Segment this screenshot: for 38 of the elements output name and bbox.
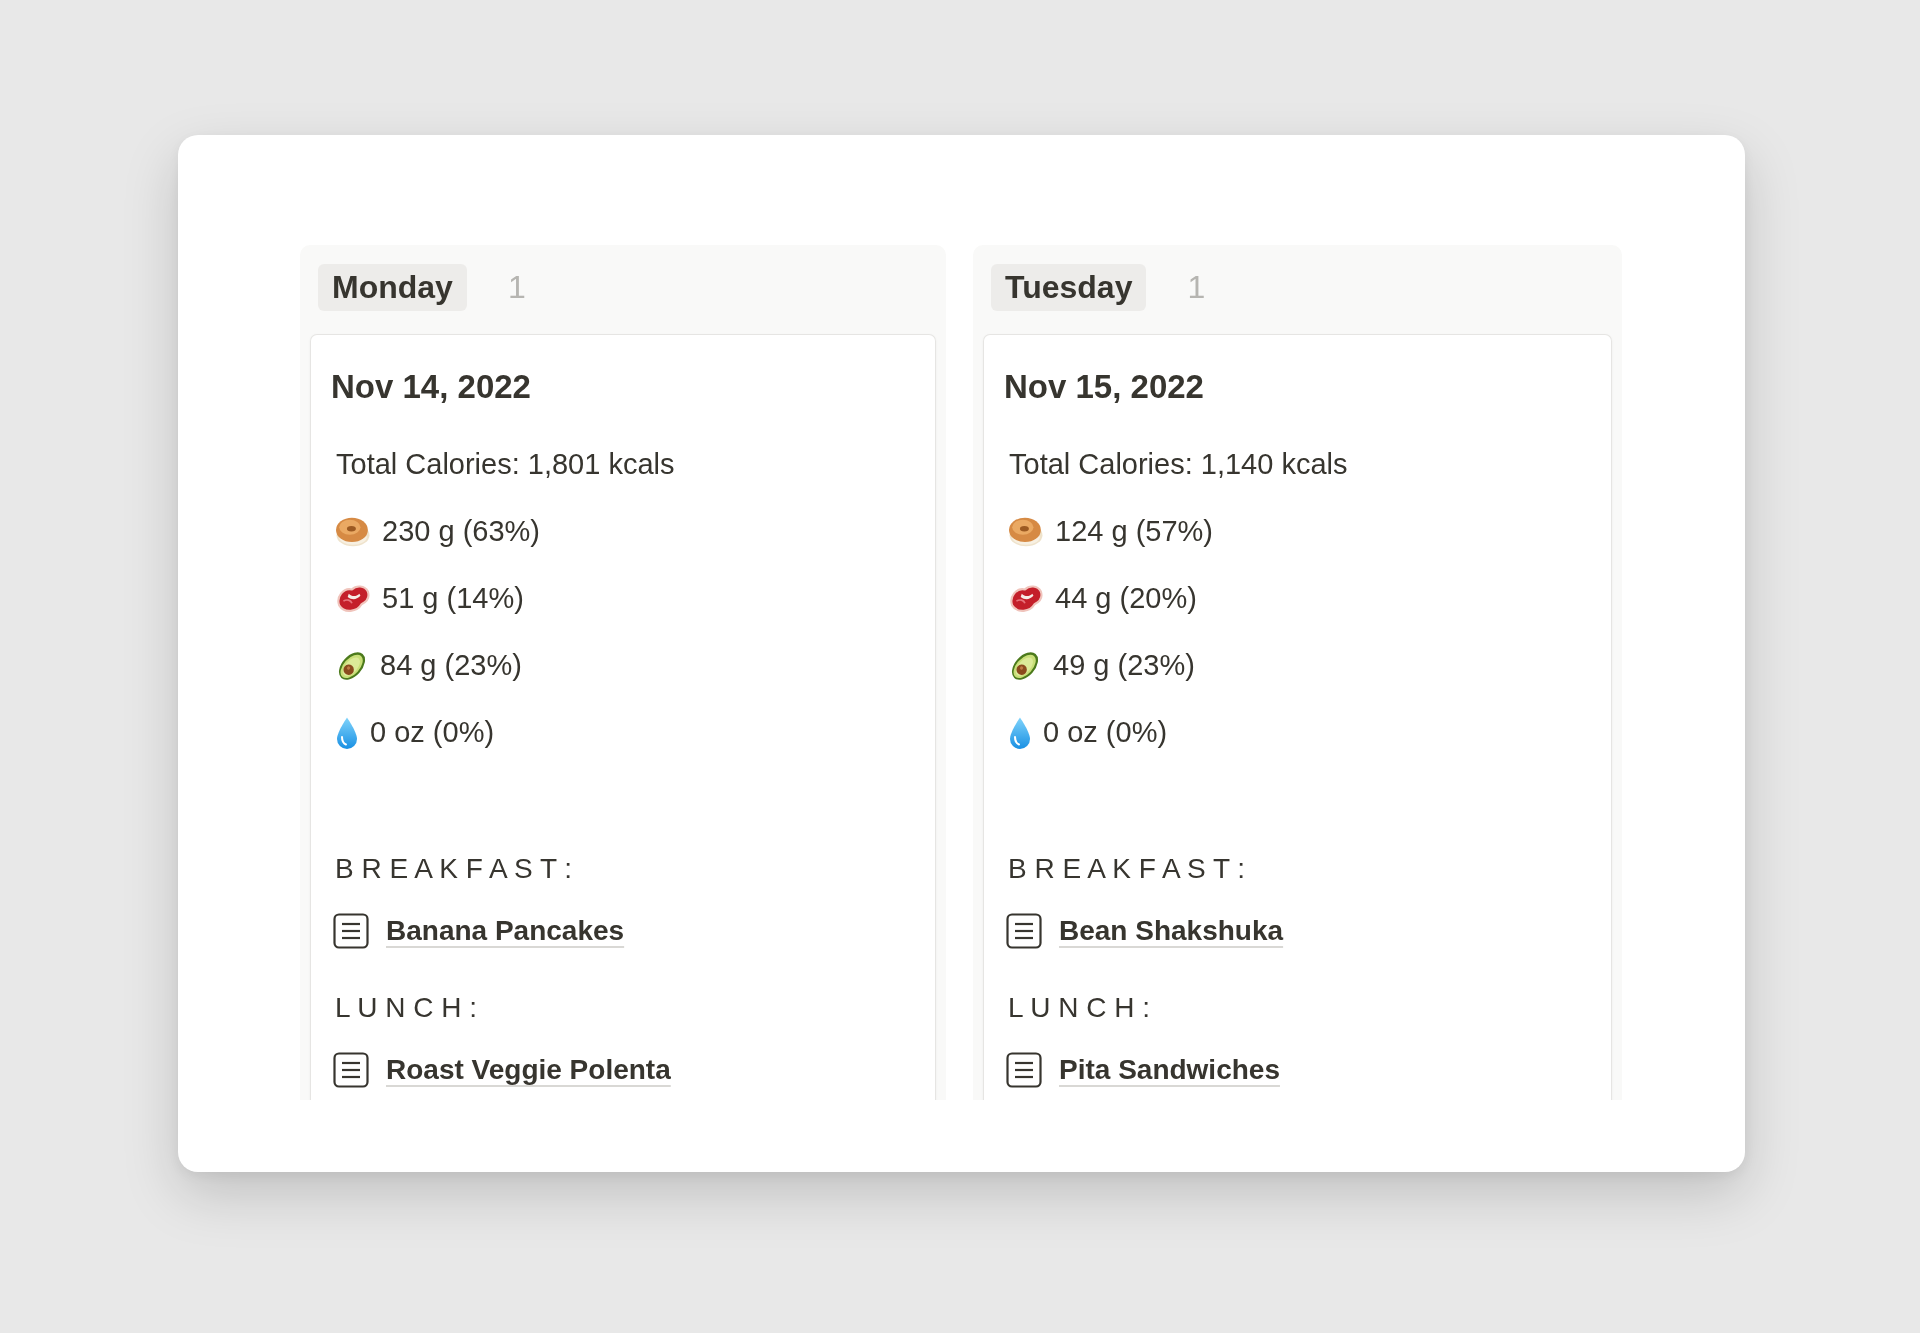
recipe-link[interactable]: Bean Shakshuka (1059, 915, 1284, 947)
document-icon (333, 1052, 369, 1088)
meal-heading: L U N C H : (335, 992, 478, 1024)
macro-value: 49 g (23%) (1053, 649, 1195, 682)
droplet-icon (1009, 716, 1031, 749)
bagel-icon (1009, 516, 1043, 547)
droplet-icon (336, 716, 358, 749)
recipe-link[interactable]: Pita Sandwiches (1059, 1054, 1280, 1086)
macro-value: 124 g (57%) (1055, 515, 1213, 548)
recipe-link[interactable]: Roast Veggie Polenta (386, 1054, 671, 1086)
column-tag: Tuesday (991, 264, 1147, 311)
card-title: Nov 15, 2022 (1004, 367, 1204, 407)
avocado-icon (336, 649, 368, 682)
card-title: Nov 14, 2022 (331, 367, 531, 407)
card-count: 1 (507, 269, 526, 306)
meal-heading: B R E A K F A S T : (1008, 853, 1246, 885)
document-icon (1006, 1052, 1042, 1088)
card-count: 1 (1187, 269, 1206, 306)
board-card[interactable]: Nov 14, 2022 Total Calories: 1,801 kcals 230 g (63%) 51 g (14%) 84 g (23%) 0 oz (0%) B R E A K F A S T : Banana Pancakes L U N C H : Roast Veggie Polenta (310, 334, 936, 1100)
avocado-icon (1009, 649, 1041, 682)
macro-value: 51 g (14%) (382, 582, 524, 615)
document-icon (333, 913, 369, 949)
calories-text: Total Calories: 1,801 kcals (336, 448, 675, 481)
column-tag: Monday (318, 264, 467, 311)
document-icon (1006, 913, 1042, 949)
meal-heading: L U N C H : (1008, 992, 1151, 1024)
macro-value: 0 oz (0%) (1043, 716, 1168, 749)
meat-icon (336, 583, 370, 614)
macro-value: 44 g (20%) (1055, 582, 1197, 615)
recipe-link[interactable]: Banana Pancakes (386, 915, 625, 947)
meat-icon (1009, 583, 1043, 614)
macro-value: 230 g (63%) (382, 515, 540, 548)
bagel-icon (336, 516, 370, 547)
board-card[interactable]: Nov 15, 2022 Total Calories: 1,140 kcals 124 g (57%) 44 g (20%) 49 g (23%) 0 oz (0%) B R E A K F A S T : Bean Shakshuka L U N C H : Pita Sandwiches (983, 334, 1612, 1100)
macro-value: 0 oz (0%) (370, 716, 495, 749)
calories-text: Total Calories: 1,140 kcals (1009, 448, 1348, 481)
meal-heading: B R E A K F A S T : (335, 853, 573, 885)
macro-value: 84 g (23%) (380, 649, 522, 682)
